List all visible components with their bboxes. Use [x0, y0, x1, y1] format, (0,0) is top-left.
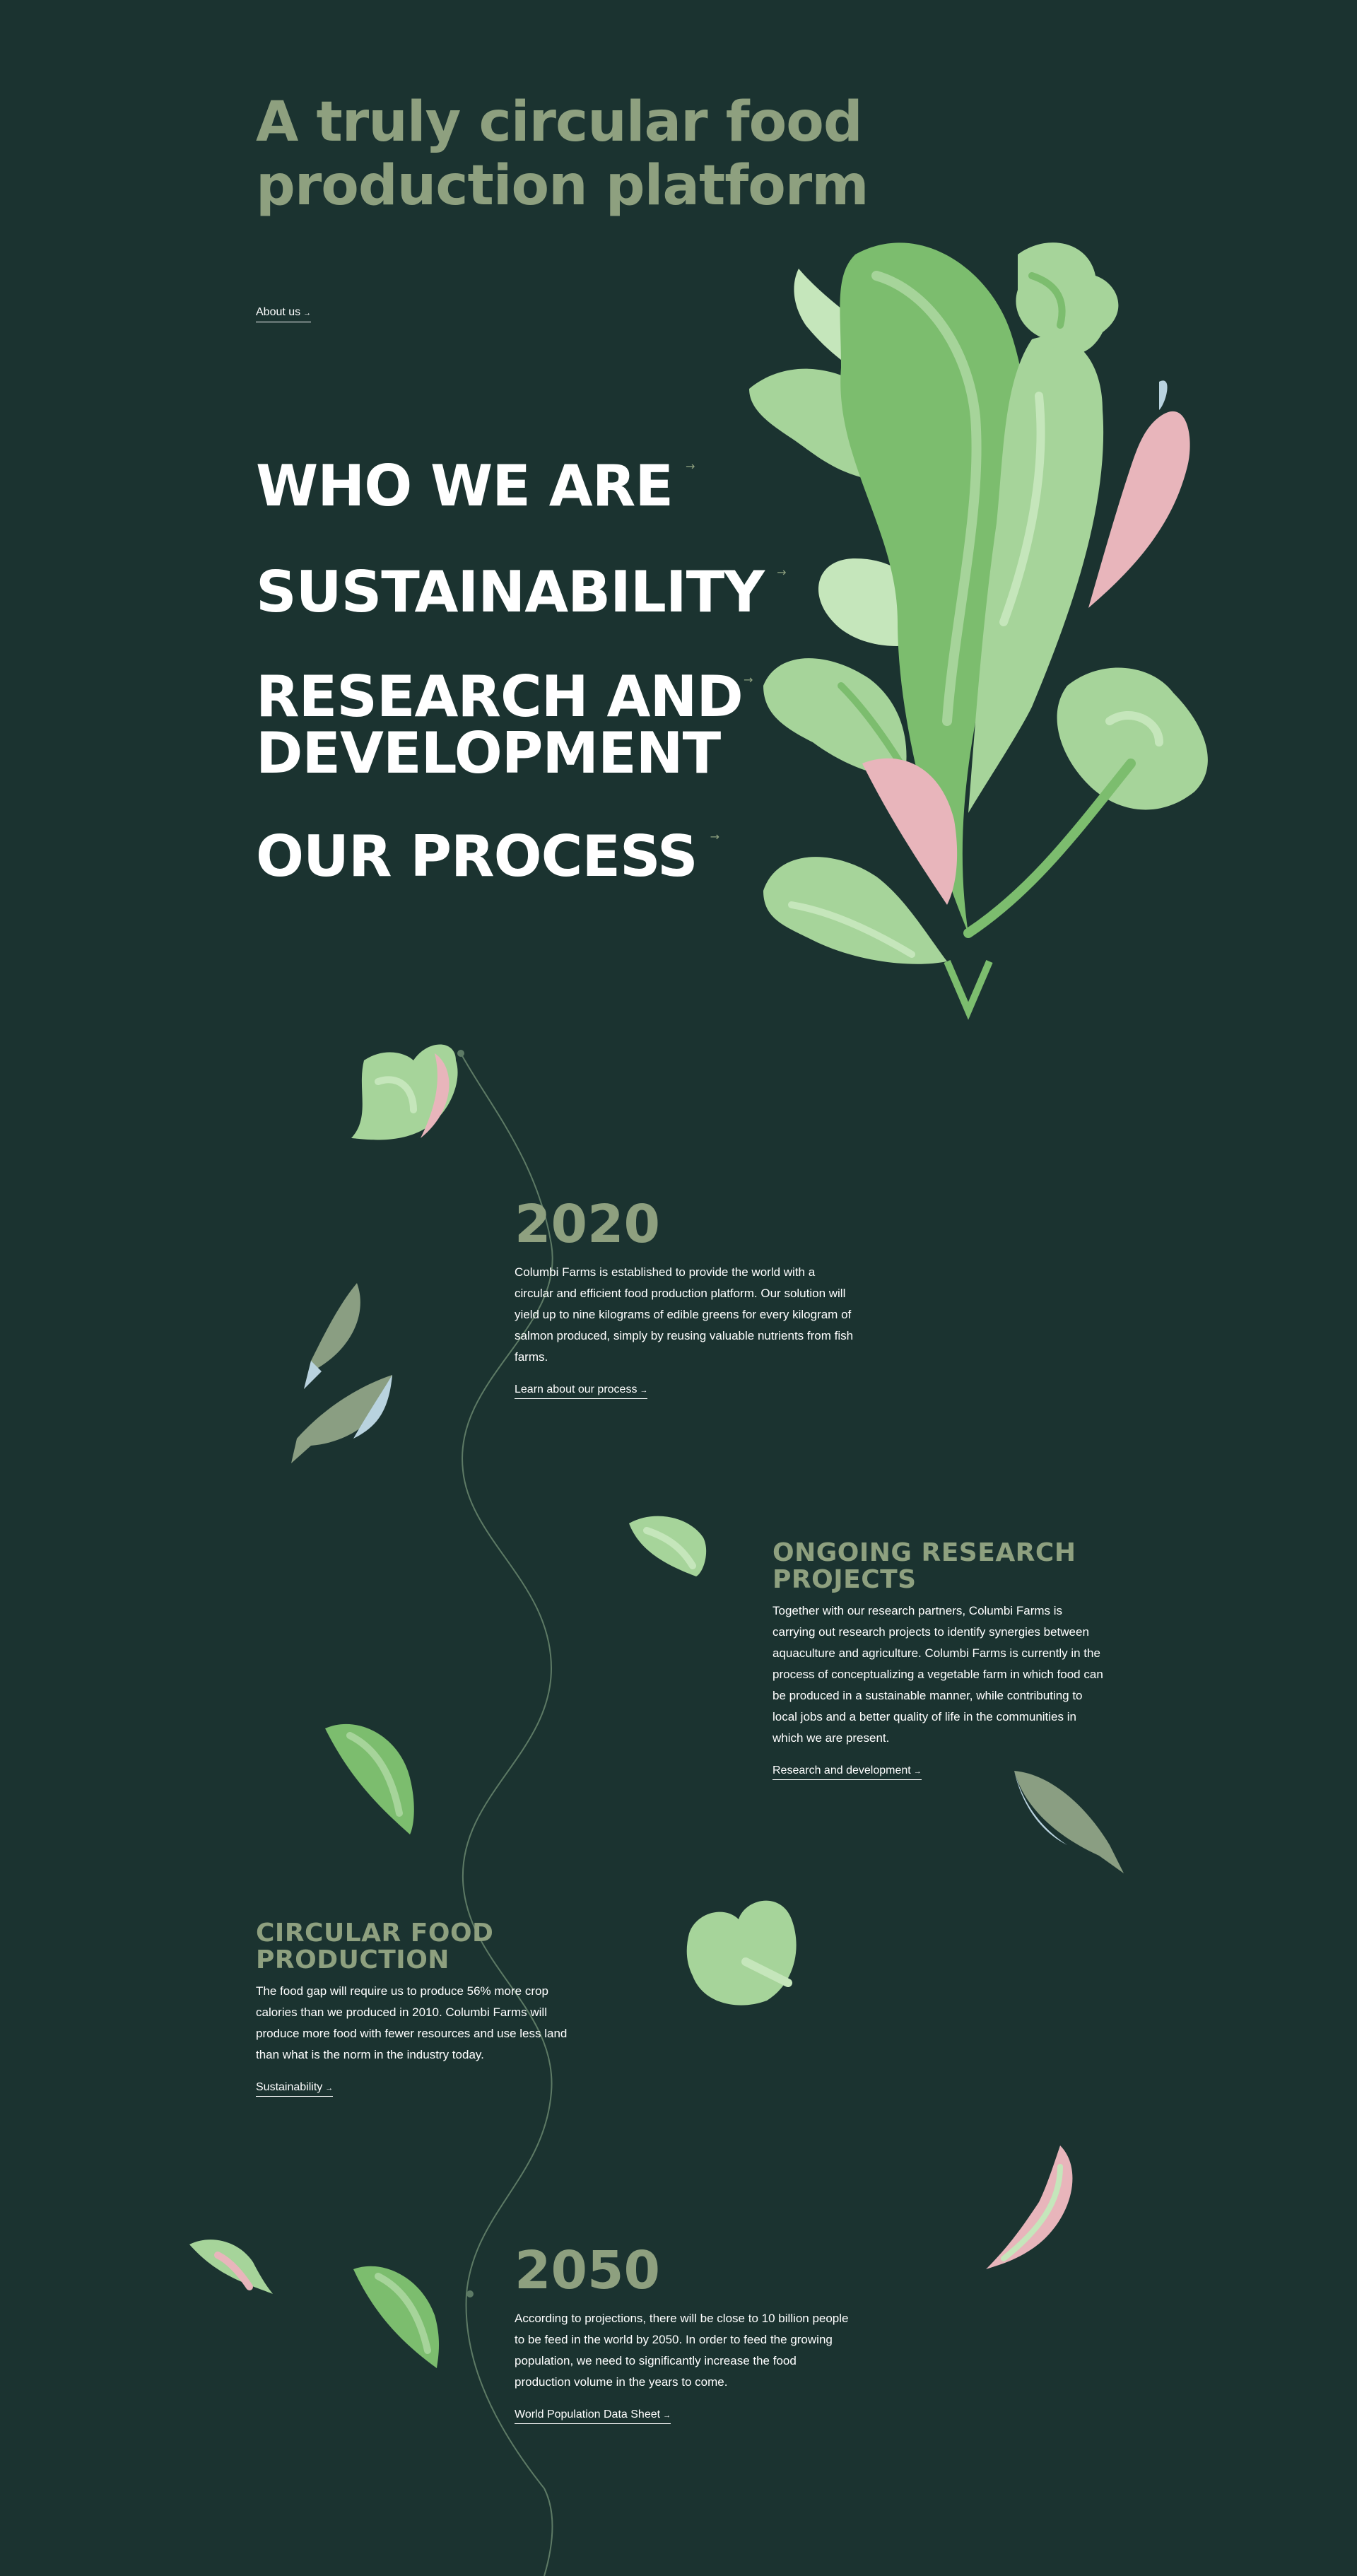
timeline-research: ONGOING RESEARCH PROJECTS Together with … — [773, 1538, 1105, 1780]
sustainability-link-label: Sustainability — [256, 2081, 323, 2093]
year-2020: 2020 — [515, 1194, 660, 1255]
world-population-label: World Population Data Sheet — [515, 2408, 661, 2420]
research-title: ONGOING RESEARCH PROJECTS — [773, 1538, 1076, 1594]
arrow-right-icon: → — [640, 1386, 648, 1395]
arrow-right-icon: → — [663, 2411, 671, 2420]
curled-leaf-icon — [325, 1723, 414, 1834]
circular-title: CIRCULAR FOOD PRODUCTION — [256, 1919, 494, 1974]
timeline-2050: 2050 According to projections, there wil… — [515, 2240, 854, 2424]
research-text: Together with our research partners, Col… — [773, 1604, 1103, 1745]
timeline-2020-text: Columbi Farms is established to provide … — [515, 1265, 854, 1364]
sustainability-link[interactable]: Sustainability → — [256, 2081, 334, 2097]
curled-leaf-icon — [353, 2266, 440, 2368]
fish-leaf-icon — [291, 1375, 392, 1463]
fish-leaf-icon — [1014, 1771, 1124, 1873]
arrow-right-icon: → — [913, 1767, 922, 1776]
leaf-cluster-icon — [351, 1044, 458, 1140]
world-population-link[interactable]: World Population Data Sheet → — [515, 2408, 671, 2424]
small-pink-leaf-icon — [189, 2240, 273, 2294]
research-and-development-link[interactable]: Research and development → — [773, 1764, 922, 1780]
research-link-label: Research and development — [773, 1764, 911, 1776]
small-leaf-icon — [629, 1516, 707, 1576]
circular-text: The food gap will require us to produce … — [256, 1984, 568, 2061]
arrow-right-icon: → — [325, 2084, 334, 2092]
timeline-2020: 2020 Columbi Farms is established to pro… — [515, 1194, 854, 1399]
round-leaf-icon — [686, 1900, 797, 2006]
learn-about-process-link[interactable]: Learn about our process → — [515, 1383, 648, 1399]
pink-leaf-icon — [986, 2145, 1073, 2269]
timeline-circular: CIRCULAR FOOD PRODUCTION The food gap wi… — [256, 1919, 588, 2097]
learn-about-process-label: Learn about our process — [515, 1383, 638, 1395]
timeline-2050-text: According to projections, there will be … — [515, 2312, 849, 2389]
year-2050: 2050 — [515, 2240, 660, 2301]
